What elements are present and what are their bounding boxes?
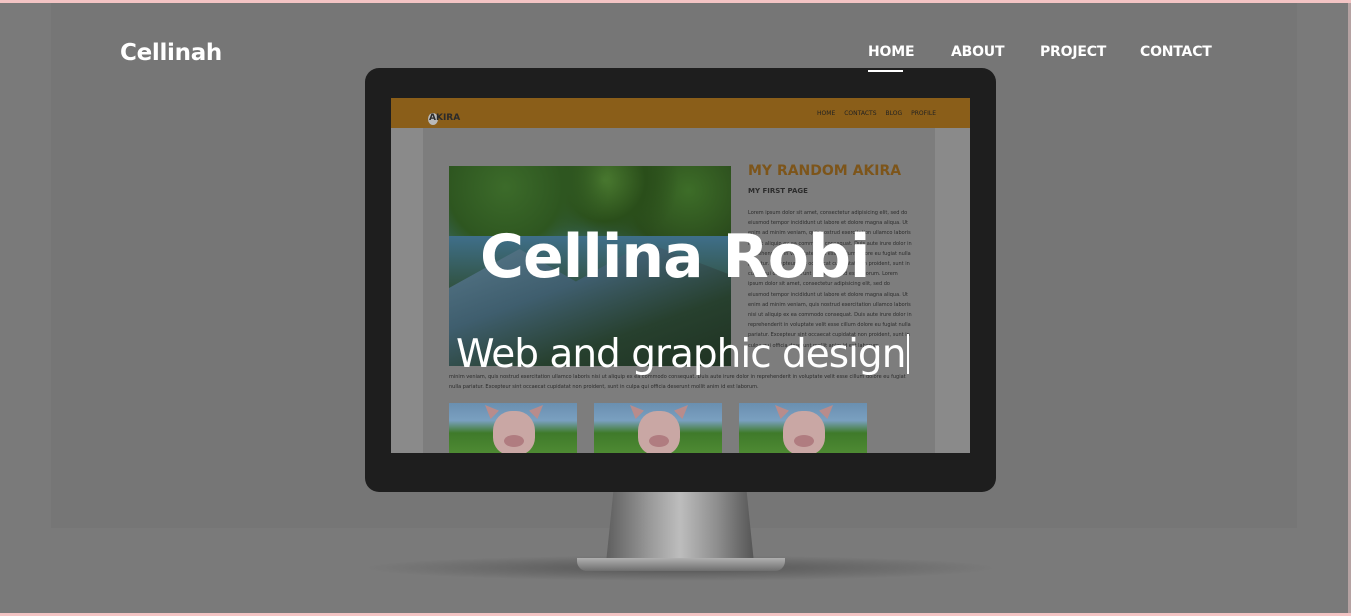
mockup-thumbnail [594, 403, 722, 453]
monitor-base [577, 558, 785, 571]
hero-tagline: Web and graphic design [456, 332, 910, 377]
brand-logo[interactable]: Cellinah [120, 40, 222, 66]
active-nav-indicator [868, 70, 903, 72]
typing-cursor [907, 334, 910, 374]
mockup-nav-item: PROFILE [911, 110, 936, 117]
hero-tagline-text: Web and graphic design [456, 332, 906, 377]
monitor-stand [606, 491, 754, 563]
mockup-thumbnail [449, 403, 577, 453]
mockup-nav: HOME CONTACTS BLOG PROFILE [817, 110, 936, 117]
mockup-logo: AKIRA [429, 113, 461, 123]
mockup-nav-item: BLOG [885, 110, 903, 117]
mockup-thumbnail [739, 403, 867, 453]
mockup-header: AKIRA HOME CONTACTS BLOG PROFILE [391, 98, 970, 128]
mockup-nav-item: HOME [817, 110, 836, 117]
nav-home[interactable]: HOME [868, 44, 915, 60]
nav-contact[interactable]: CONTACT [1140, 44, 1212, 60]
nav-project[interactable]: PROJECT [1040, 44, 1106, 60]
hero-name: Cellina Robi [480, 222, 870, 292]
mockup-nav-item: CONTACTS [844, 110, 877, 117]
nav-about[interactable]: ABOUT [951, 44, 1005, 60]
mockup-subtitle: MY FIRST PAGE [748, 187, 808, 195]
mockup-title: MY RANDOM AKIRA [748, 163, 902, 179]
